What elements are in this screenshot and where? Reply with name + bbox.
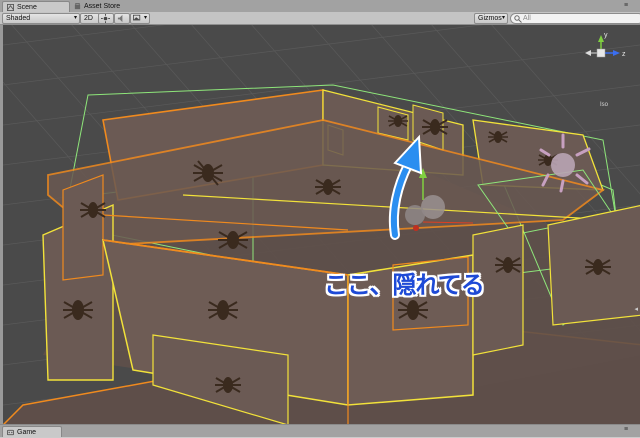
image-icon [133,14,141,21]
scene-canvas[interactable]: y z [3,25,640,425]
scene-viewport[interactable]: y z Iso ここ、隠れてる ◂ [0,25,640,425]
gizmos-dropdown[interactable]: Gizmos [474,13,508,24]
store-icon [74,3,81,10]
speaker-icon [117,14,123,23]
orientation-gizmo[interactable]: y z [585,32,626,58]
sun-icon [101,14,110,23]
tab-scene[interactable]: Scene [2,1,70,12]
tab-game[interactable]: Game [2,426,62,437]
annotation-text: ここ、隠れてる [324,271,485,299]
tab-asset-store-label: Asset Store [84,3,121,10]
lighting-toggle[interactable] [98,13,114,24]
game-icon [7,429,14,436]
gizmo-y-label: y [604,32,608,39]
window-menu-icon[interactable]: ≡ [624,426,628,433]
tab-game-label: Game [17,429,37,436]
tab-scene-label: Scene [17,4,37,11]
audio-toggle[interactable] [114,13,130,24]
scene-icon [7,4,14,11]
gizmo-z-label: z [622,51,626,58]
bottom-tab-bar: Game ≡ [0,424,640,437]
search-icon [514,15,522,23]
shading-mode-dropdown[interactable]: Shaded [2,13,80,24]
effects-dropdown[interactable] [130,13,150,24]
toggle-2d-button[interactable]: 2D [80,13,100,24]
left-pillar[interactable] [62,174,104,281]
projection-label[interactable]: Iso [600,102,608,108]
tab-asset-store[interactable]: Asset Store [70,1,134,12]
scroll-right-icon[interactable]: ◂ [634,305,638,313]
scene-toolbar: Shaded 2D Gizmos All [0,12,640,25]
scene-search-input[interactable]: All [510,13,640,24]
window-menu-icon[interactable]: ≡ [624,2,628,9]
